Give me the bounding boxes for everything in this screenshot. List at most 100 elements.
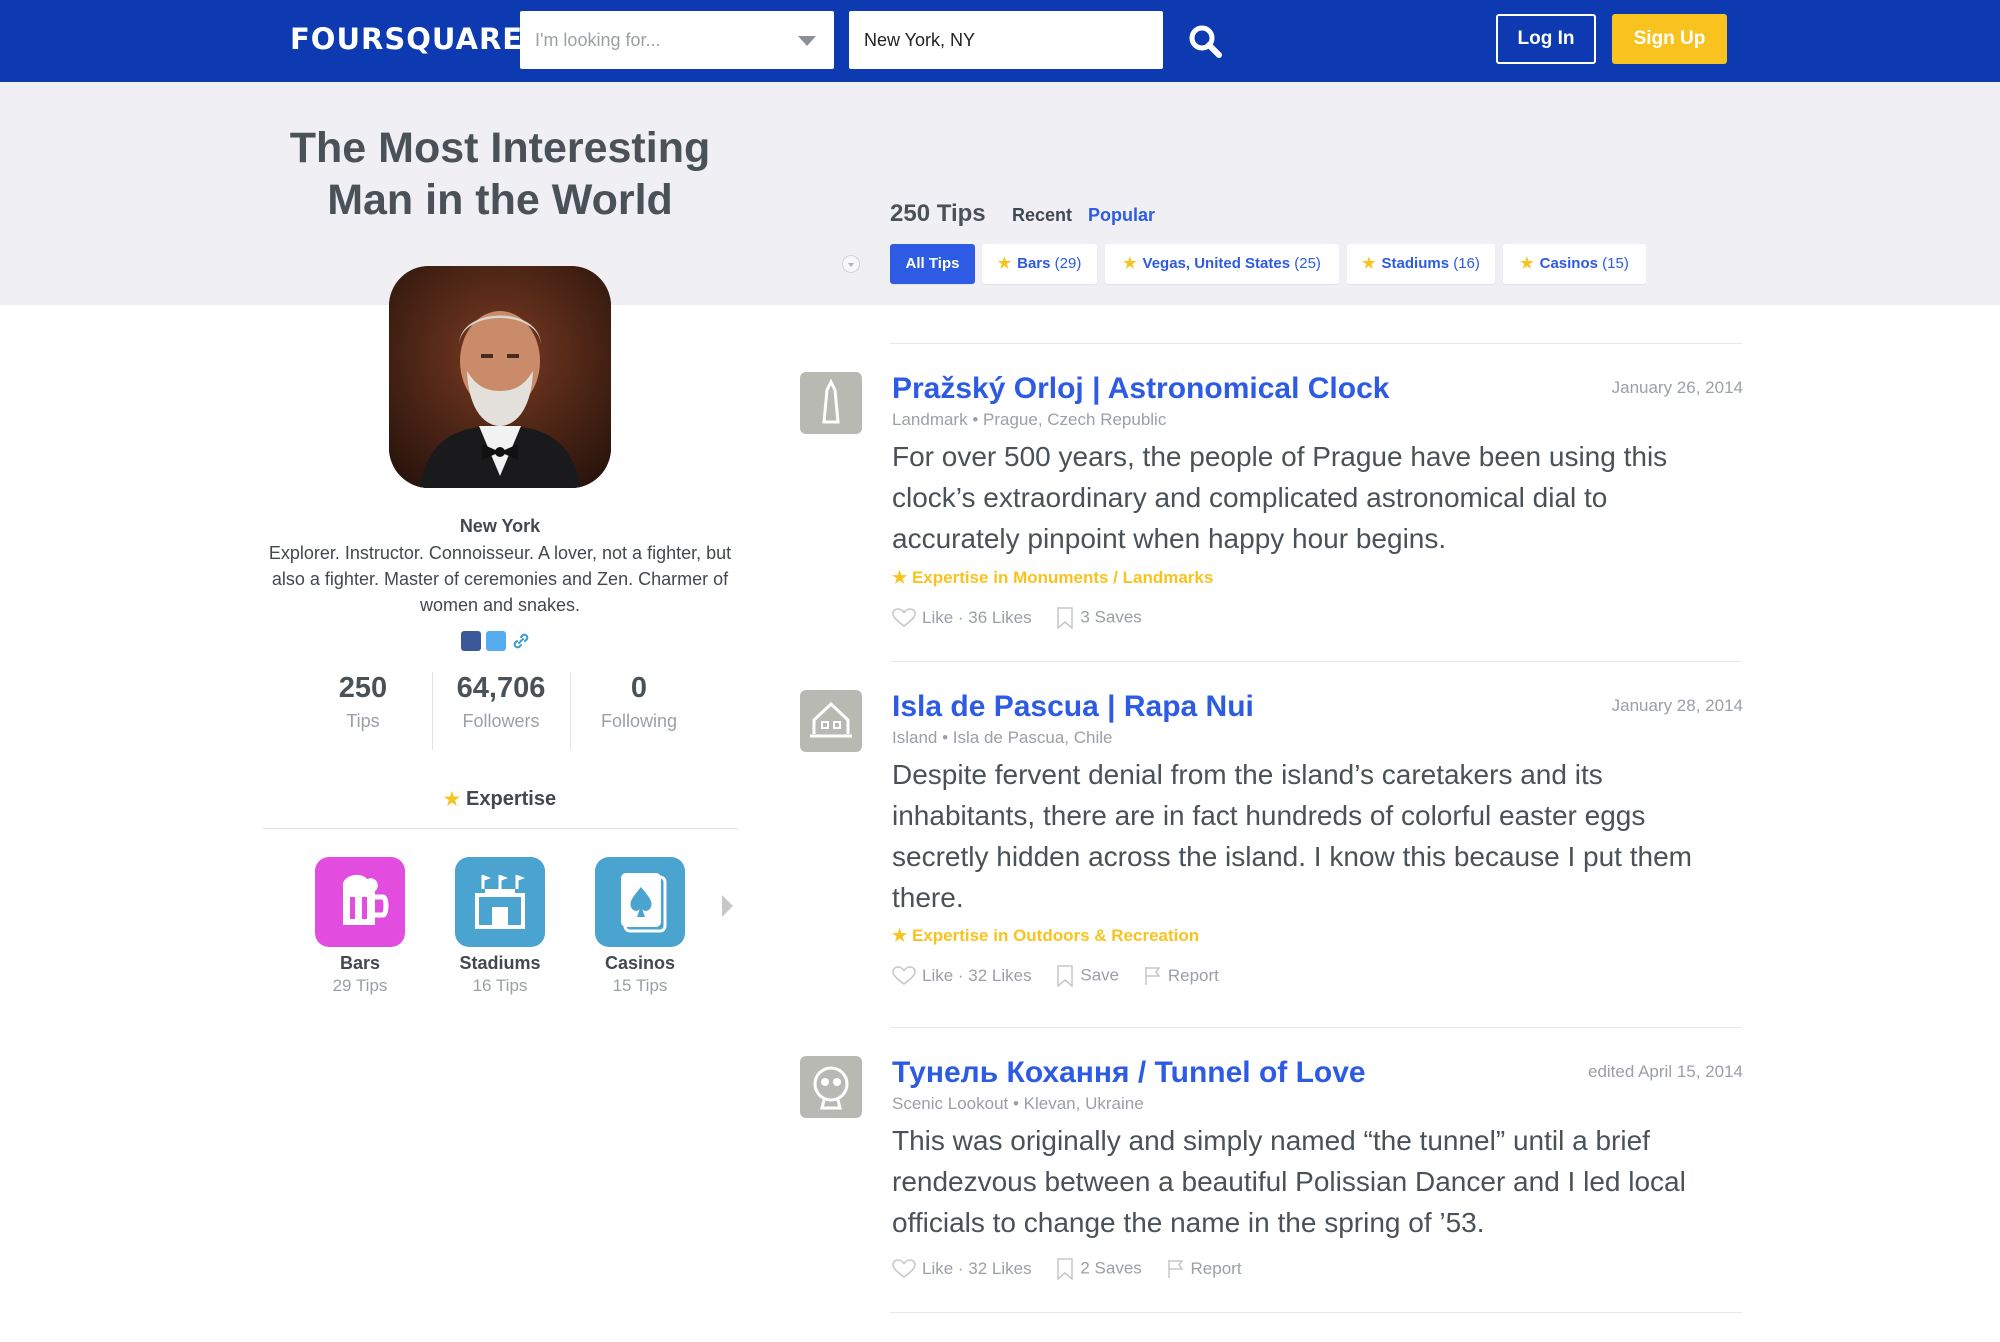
search-button[interactable] (1186, 22, 1226, 62)
filter-vegas[interactable]: ★ Vegas, United States (25) (1105, 244, 1339, 284)
like-button[interactable]: Like · 32 Likes (892, 1259, 1032, 1280)
tip-expertise-label: Expertise in Outdoors & Recreation (911, 926, 1200, 945)
divider (263, 828, 739, 829)
like-button[interactable]: Like · 36 Likes (892, 608, 1032, 629)
report-label: Report (1167, 965, 1219, 985)
stat-tips[interactable]: 250 Tips (295, 672, 431, 732)
signup-button[interactable]: Sign Up (1612, 14, 1727, 64)
tip-location: Prague, Czech Republic (983, 410, 1167, 429)
flag-icon (1167, 1260, 1184, 1279)
save-count: 3 Saves (1080, 607, 1142, 627)
twitter-icon[interactable] (486, 631, 506, 651)
tip-text: This was originally and simply named “th… (892, 1125, 1686, 1238)
report-label: Report (1190, 1258, 1242, 1278)
filter-bars[interactable]: ★ Bars (29) (982, 244, 1097, 284)
report-button[interactable]: Report (1144, 966, 1219, 987)
beer-mug-icon (315, 857, 405, 947)
filter-stadiums[interactable]: ★ Stadiums (16) (1347, 244, 1495, 284)
expertise-item-bars[interactable]: Bars 29 Tips (300, 857, 420, 996)
star-icon: ★ (1362, 255, 1376, 272)
tip-item: Тунель Кохання / Tunnel of Love edited A… (800, 1056, 1743, 1316)
star-icon: ★ (1123, 255, 1137, 272)
stat-followers[interactable]: 64,706 Followers (433, 672, 569, 732)
tip-location: Klevan, Ukraine (1023, 1094, 1144, 1113)
stat-followers-label: Followers (462, 711, 540, 731)
social-links (461, 631, 541, 653)
profile-stats: 250 Tips 64,706 Followers 0 Following (295, 672, 705, 752)
location-input[interactable]: New York, NY (849, 11, 1163, 69)
top-bar: FOURSQUARE I'm looking for... New York, … (0, 0, 2000, 82)
save-button[interactable]: 2 Saves (1056, 1258, 1142, 1280)
tip-text: Despite fervent denial from the island’s… (892, 759, 1692, 913)
tip-venue-link[interactable]: Pražský Orloj | Astronomical Clock (892, 372, 1389, 406)
like-count: Like · 32 Likes (922, 965, 1032, 985)
star-icon: ★ (892, 568, 912, 587)
bookmark-icon (1057, 1258, 1074, 1280)
expertise-title: Stadiums (459, 953, 541, 973)
save-button[interactable]: 3 Saves (1056, 607, 1142, 629)
save-label: Save (1080, 965, 1120, 985)
heart-icon (892, 1259, 916, 1279)
report-button[interactable]: Report (1167, 1259, 1242, 1280)
facebook-icon[interactable] (461, 631, 481, 651)
like-count: Like · 32 Likes (922, 1258, 1032, 1278)
filter-label: Vegas, United States (1142, 255, 1291, 272)
like-button[interactable]: Like · 32 Likes (892, 966, 1032, 987)
sort-recent-tab[interactable]: Recent (1012, 205, 1072, 226)
sort-popular-tab[interactable]: Popular (1088, 205, 1155, 226)
collapse-toggle-icon[interactable] (842, 255, 860, 273)
playing-card-icon (595, 857, 685, 947)
star-icon: ★ (1520, 255, 1534, 272)
tip-item: Pražský Orloj | Astronomical Clock Janua… (800, 372, 1743, 632)
filter-label: Bars (1017, 255, 1051, 272)
tip-meta: Scenic Lookout • Klevan, Ukraine (892, 1094, 1144, 1113)
tips-count: 250 Tips (890, 200, 986, 227)
filter-all-tips[interactable]: All Tips (890, 244, 975, 284)
heart-icon (892, 608, 916, 628)
foursquare-logo[interactable]: FOURSQUARE (290, 22, 523, 56)
link-icon[interactable] (511, 631, 531, 651)
expertise-heading-label: Expertise (466, 788, 557, 810)
expertise-item-casinos[interactable]: Casinos 15 Tips (580, 857, 700, 996)
tip-date: January 26, 2014 (1611, 378, 1743, 397)
tip-actions: Like · 36 Likes 3 Saves (892, 607, 1162, 629)
filter-count: (29) (1054, 255, 1082, 272)
search-input[interactable]: I'm looking for... (520, 11, 834, 69)
tip-meta: Landmark • Prague, Czech Republic (892, 410, 1167, 429)
profile-name-line2: Man in the World (327, 176, 673, 224)
island-icon[interactable] (800, 690, 862, 752)
profile-bio: Explorer. Instructor. Connoisseur. A lov… (268, 543, 732, 615)
viewer-icon[interactable] (800, 1056, 862, 1118)
save-button[interactable]: Save (1056, 965, 1119, 987)
tip-expertise-label: Expertise in Monuments / Landmarks (911, 568, 1214, 587)
monument-icon[interactable] (800, 372, 862, 434)
tip-category: Scenic Lookout (892, 1094, 1009, 1113)
stat-following-label: Following (600, 711, 678, 731)
star-icon: ★ (997, 255, 1012, 272)
tip-category: Island (892, 728, 938, 747)
tip-item: Isla de Pascua | Rapa Nui January 28, 20… (800, 690, 1743, 1000)
stat-following[interactable]: 0 Following (571, 672, 707, 732)
expertise-count: 29 Tips (332, 976, 388, 995)
search-icon (1189, 25, 1222, 58)
avatar (389, 266, 611, 488)
login-button[interactable]: Log In (1496, 14, 1596, 64)
chevron-right-icon[interactable] (722, 895, 733, 917)
chevron-down-icon[interactable] (798, 36, 816, 46)
tip-actions: Like · 32 Likes Save Report (892, 965, 1239, 987)
filter-label: All Tips (905, 255, 960, 272)
filter-casinos[interactable]: ★ Casinos (15) (1503, 244, 1646, 284)
search-placeholder: I'm looking for... (535, 30, 661, 50)
tip-expertise: ★ Expertise in Monuments / Landmarks (892, 568, 1213, 588)
tip-venue-link[interactable]: Тунель Кохання / Tunnel of Love (892, 1056, 1366, 1090)
filter-count: (16) (1453, 255, 1480, 272)
expertise-item-stadiums[interactable]: Stadiums 16 Tips (440, 857, 560, 996)
filter-label: Stadiums (1381, 255, 1450, 272)
tip-location: Isla de Pascua, Chile (952, 728, 1113, 747)
tip-expertise: ★ Expertise in Outdoors & Recreation (892, 926, 1199, 946)
stat-tips-label: Tips (346, 711, 380, 731)
filter-count: (25) (1294, 255, 1321, 272)
tip-venue-link[interactable]: Isla de Pascua | Rapa Nui (892, 690, 1254, 724)
bookmark-icon (1057, 607, 1074, 629)
stat-tips-value: 250 (338, 672, 388, 704)
